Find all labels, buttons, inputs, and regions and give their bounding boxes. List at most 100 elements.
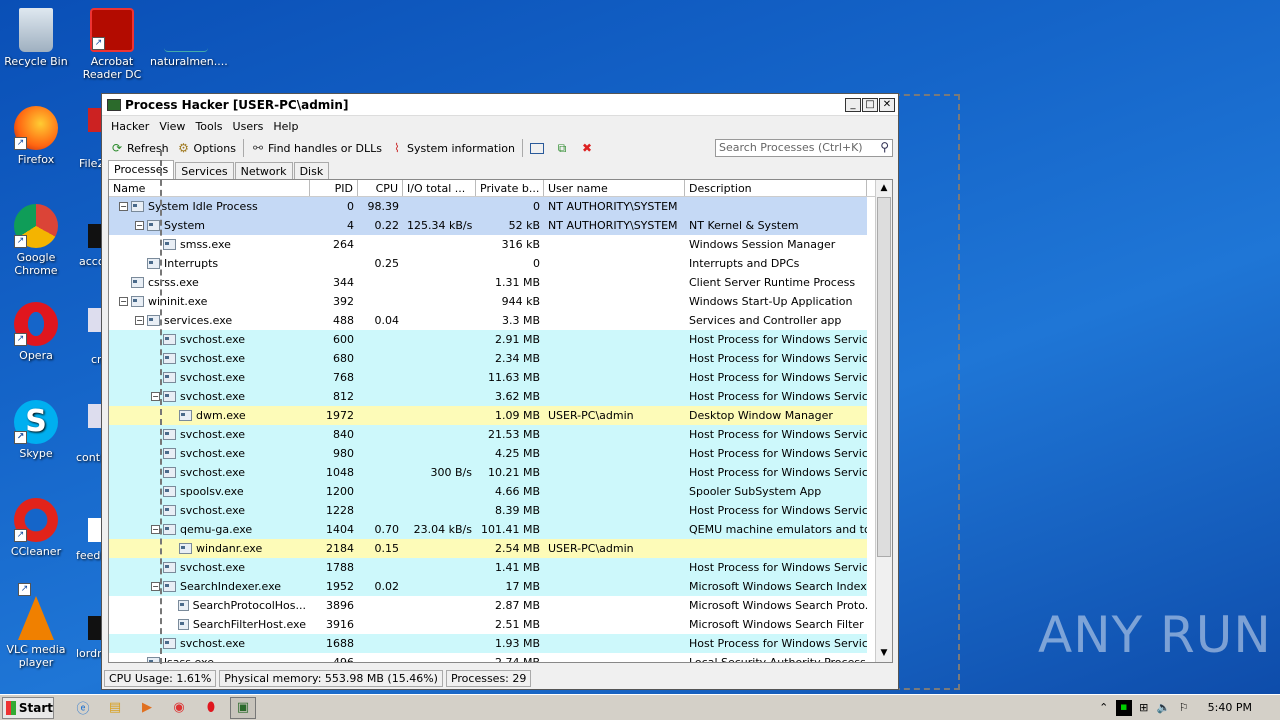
tray-expand-icon[interactable]: ⌃	[1094, 701, 1114, 714]
vertical-scrollbar[interactable]: ▲ ▼	[875, 180, 892, 662]
network-icon[interactable]: ⊞	[1134, 701, 1154, 714]
column-description[interactable]: Description	[685, 180, 867, 196]
scroll-up-arrow[interactable]: ▲	[876, 180, 892, 197]
menu-users[interactable]: Users	[228, 120, 269, 133]
desktop-icon-chrome[interactable]: ↗ Google Chrome	[0, 204, 72, 277]
process-row[interactable]: svchost.exe 1688 1.93 MB Host Process for W…	[109, 634, 867, 653]
process-row[interactable]: spoolsv.exe 1200 4.66 MB Spooler SubSystem …	[109, 482, 867, 501]
process-hacker-taskbar-icon[interactable]: ▣	[230, 696, 256, 719]
process-row[interactable]: lsass.exe 496 2.74 MB Local Security Author…	[109, 653, 867, 662]
process-private-bytes: 316 kB	[501, 238, 540, 251]
desktop-icon-firefox[interactable]: ↗ Firefox	[0, 106, 72, 166]
tree-toggle-icon[interactable]: −	[151, 392, 160, 401]
tree-toggle-icon[interactable]: −	[135, 221, 144, 230]
process-row[interactable]: − System 4 0.22 125.34 kB/s 52 kB NT AUTHORITY…	[109, 216, 867, 235]
tree-toggle-icon[interactable]: −	[119, 202, 128, 211]
process-row[interactable]: − System Idle Process 0 98.39 0 NT AUTHORITY\…	[109, 197, 867, 216]
column-user-name[interactable]: User name	[544, 180, 685, 196]
process-row[interactable]: SearchFilterHost.exe 3916 2.51 MB Microsoft…	[109, 615, 867, 634]
column-name[interactable]: Name	[109, 180, 310, 196]
process-row[interactable]: csrss.exe 344 1.31 MB Client Server Runtime…	[109, 273, 867, 292]
process-row[interactable]: − SearchIndexer.exe 1952 0.02 17 MB Microsoft…	[109, 577, 867, 596]
process-row[interactable]: svchost.exe 1228 8.39 MB Host Process for W…	[109, 501, 867, 520]
process-private-bytes: 3.3 MB	[501, 314, 540, 327]
opera-taskbar-icon[interactable]: ⬮	[198, 697, 224, 719]
process-row[interactable]: svchost.exe 980 4.25 MB Host Process for Wi…	[109, 444, 867, 463]
desktop-icon-file[interactable]: naturalmen....	[150, 8, 228, 68]
process-row[interactable]: smss.exe 264 316 kB Windows Session Manager	[109, 235, 867, 254]
close-button[interactable]: ✕	[879, 97, 895, 112]
options-button[interactable]: ⚙ Options	[173, 141, 240, 155]
process-row[interactable]: Interrupts 0.25 0 Interrupts and DPCs	[109, 254, 867, 273]
column-cpu[interactable]: CPU	[358, 180, 403, 196]
explorer-taskbar-icon[interactable]: ▤	[102, 697, 128, 719]
process-row[interactable]: − qemu-ga.exe 1404 0.70 23.04 kB/s 101.41 MB Q…	[109, 520, 867, 539]
minimize-button[interactable]: _	[845, 97, 861, 112]
tree-toggle-icon[interactable]: −	[151, 582, 160, 591]
process-row[interactable]: svchost.exe 1048 300 B/s 10.21 MB Host Proce…	[109, 463, 867, 482]
maximize-button[interactable]: □	[862, 97, 878, 112]
find-window-button[interactable]: ⧉	[551, 141, 576, 155]
action-center-flag-icon[interactable]: ⚐	[1174, 701, 1194, 714]
process-hacker-window[interactable]: Process Hacker [USER-PC\admin] _ □ ✕ Hac…	[101, 93, 899, 690]
ie-taskbar-icon[interactable]: ⓔ	[70, 697, 96, 719]
column-io[interactable]: I/O total ...	[403, 180, 476, 196]
process-name: csrss.exe	[148, 276, 199, 289]
tab-disk[interactable]: Disk	[293, 162, 330, 180]
process-icon	[147, 220, 160, 231]
process-row[interactable]: svchost.exe 600 2.91 MB Host Process for Wi…	[109, 330, 867, 349]
process-name: Interrupts	[164, 257, 219, 270]
process-list[interactable]: Name PID CPU I/O total ... Private b... …	[108, 179, 893, 663]
desktop-icon-opera[interactable]: ↗ Opera	[0, 302, 72, 362]
process-private-bytes: 4.66 MB	[494, 485, 540, 498]
tree-toggle-icon[interactable]: −	[135, 316, 144, 325]
menu-hacker[interactable]: Hacker	[106, 120, 154, 133]
process-description: Services and Controller app	[689, 314, 842, 327]
tray-app-icon[interactable]: ▪	[1115, 699, 1132, 716]
window-button[interactable]	[526, 142, 551, 154]
column-pid[interactable]: PID	[310, 180, 358, 196]
search-input[interactable]: Search Processes (Ctrl+K) ⚲	[715, 139, 893, 157]
desktop-icon-skype[interactable]: S ↗ Skype	[0, 400, 72, 460]
column-private-bytes[interactable]: Private b...	[476, 180, 544, 196]
desktop-icon-acrobat[interactable]: ↗ Acrobat Reader DC	[76, 8, 148, 81]
desktop-icon-recycle-bin[interactable]: Recycle Bin	[0, 8, 72, 68]
process-row[interactable]: svchost.exe 768 11.63 MB Host Process for W…	[109, 368, 867, 387]
terminate-button[interactable]: ✖	[576, 141, 601, 155]
tree-toggle-icon[interactable]: −	[119, 297, 128, 306]
process-row[interactable]: svchost.exe 1788 1.41 MB Host Process for W…	[109, 558, 867, 577]
tab-processes[interactable]: Processes	[108, 160, 175, 180]
recycle-bin-icon	[19, 8, 53, 52]
clock[interactable]: 5:40 PM	[1208, 701, 1252, 714]
process-name: svchost.exe	[180, 637, 246, 650]
process-row[interactable]: − services.exe 488 0.04 3.3 MB Services and C…	[109, 311, 867, 330]
desktop-icon-vlc[interactable]: ↗ VLC media player	[0, 583, 72, 669]
tab-network[interactable]: Network	[234, 162, 293, 180]
volume-icon[interactable]: 🔈	[1154, 701, 1174, 714]
process-row[interactable]: dwm.exe 1972 1.09 MB USER-PC\admin Desktop W…	[109, 406, 867, 425]
tree-toggle-icon[interactable]: −	[151, 525, 160, 534]
scroll-down-arrow[interactable]: ▼	[876, 645, 892, 662]
title-bar[interactable]: Process Hacker [USER-PC\admin] _ □ ✕	[102, 94, 898, 116]
menu-help[interactable]: Help	[268, 120, 303, 133]
tab-services[interactable]: Services	[175, 162, 234, 180]
find-handles-button[interactable]: ⚯ Find handles or DLLs	[247, 141, 386, 155]
menu-view[interactable]: View	[154, 120, 190, 133]
process-row[interactable]: − svchost.exe 812 3.62 MB Host Process for W…	[109, 387, 867, 406]
refresh-button[interactable]: ⟳ Refresh	[106, 141, 173, 155]
system-information-button[interactable]: ⌇ System information	[386, 141, 519, 155]
menu-tools[interactable]: Tools	[190, 120, 227, 133]
scroll-thumb[interactable]	[877, 197, 891, 557]
process-row[interactable]: svchost.exe 840 21.53 MB Host Process for W…	[109, 425, 867, 444]
chrome-icon: ↗	[14, 204, 58, 248]
chrome-taskbar-icon[interactable]: ◉	[166, 697, 192, 719]
firefox-icon: ↗	[14, 106, 58, 150]
process-row[interactable]: svchost.exe 680 2.34 MB Host Process for Wi…	[109, 349, 867, 368]
process-row[interactable]: SearchProtocolHos... 3896 2.87 MB Microsoft…	[109, 596, 867, 615]
start-button[interactable]: Start	[2, 696, 54, 719]
process-row[interactable]: windanr.exe 2184 0.15 2.54 MB USER-PC\admin	[109, 539, 867, 558]
search-placeholder: Search Processes (Ctrl+K)	[719, 141, 863, 154]
process-row[interactable]: − wininit.exe 392 944 kB Windows Start-Up Ap…	[109, 292, 867, 311]
media-player-taskbar-icon[interactable]: ▶	[134, 697, 160, 719]
desktop-icon-ccleaner[interactable]: ↗ CCleaner	[0, 498, 72, 558]
